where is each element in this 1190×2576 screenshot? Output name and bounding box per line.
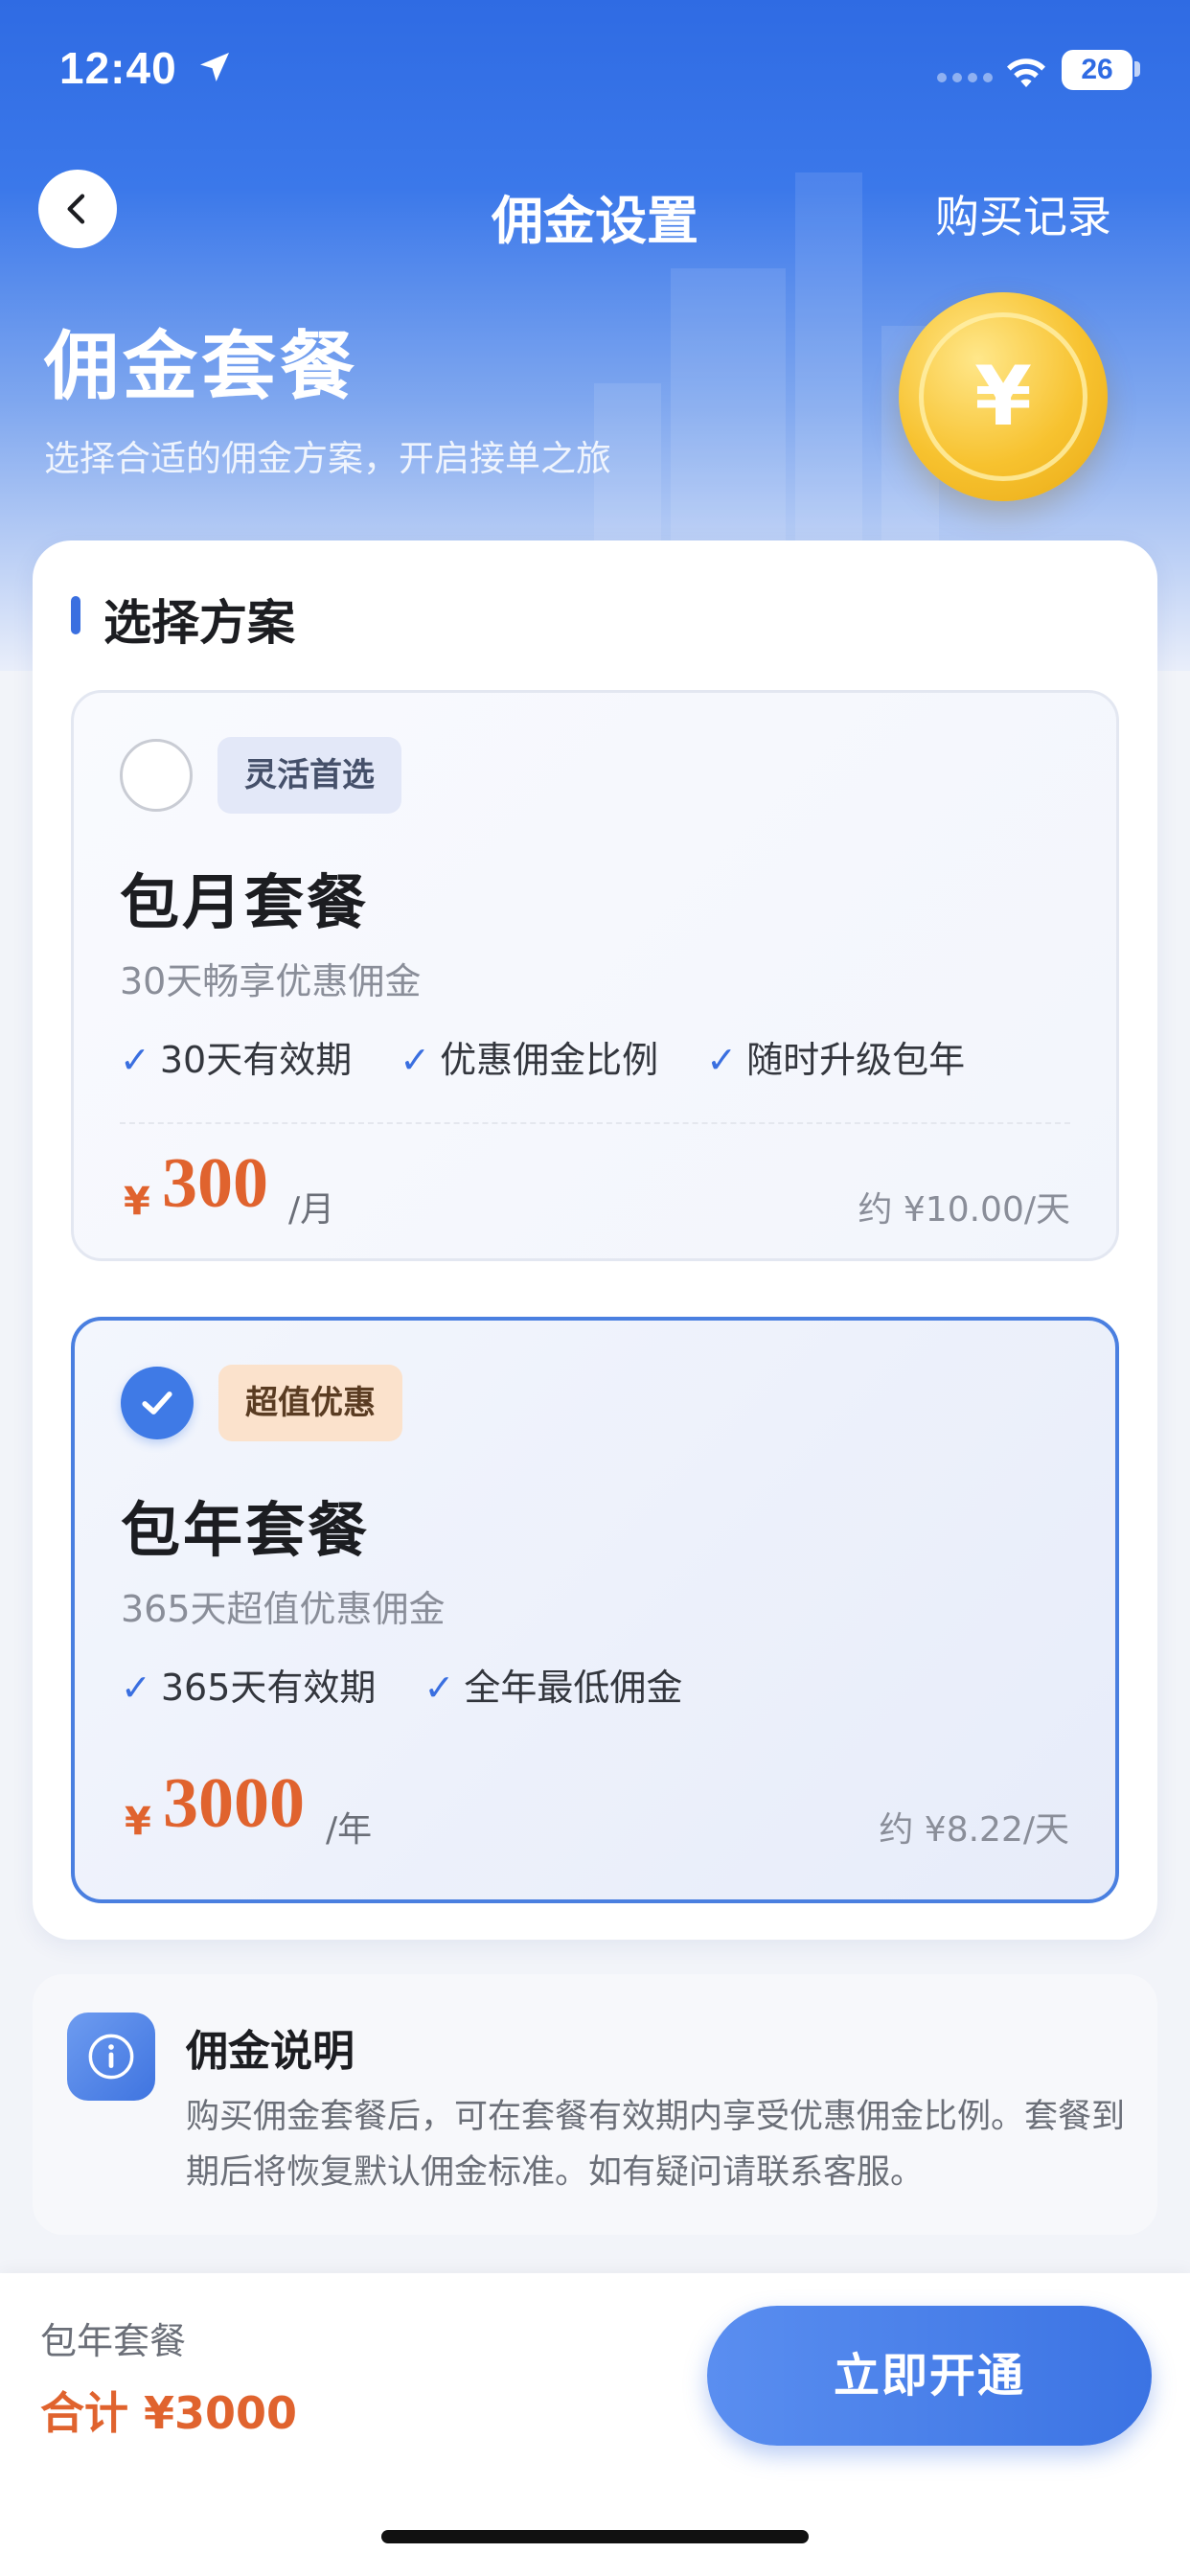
activate-now-button[interactable]: 立即开通 <box>707 2306 1152 2446</box>
feature-item: ✓ 随时升级包年 <box>706 1030 965 1083</box>
info-glyph <box>88 2034 134 2080</box>
price-amount: 3000 <box>163 1764 305 1843</box>
feature-item: ✓ 优惠佣金比例 <box>400 1030 658 1083</box>
radio-unchecked[interactable] <box>120 739 193 812</box>
plan-name: 包年套餐 <box>121 1495 371 1565</box>
cellular-signal-icon <box>937 73 993 86</box>
status-bar: 12:40 26 <box>0 0 1190 144</box>
hero-subtitle: 选择合适的佣金方案，开启接单之旅 <box>44 438 611 479</box>
feature-label: 随时升级包年 <box>746 1039 966 1081</box>
yen-coin-icon: ¥ <box>899 292 1108 501</box>
status-time: 12:40 <box>59 43 177 93</box>
divider <box>120 1122 1070 1124</box>
coin-symbol: ¥ <box>919 312 1087 481</box>
price-amount: 300 <box>162 1144 268 1223</box>
feature-label: 365天有效期 <box>160 1667 377 1709</box>
commission-info-card: 佣金说明 购买佣金套餐后，可在套餐有效期内享受优惠佣金比例。套餐到期后将恢复默认… <box>33 1974 1157 2235</box>
radio-checked[interactable] <box>121 1367 194 1439</box>
price-per-day: 约 ¥10.00/天 <box>858 1190 1070 1230</box>
info-text: 购买佣金套餐后，可在套餐有效期内享受优惠佣金比例。套餐到期后将恢复默认佣金标准。… <box>186 2098 1126 2192</box>
plan-option-monthly[interactable]: 灵活首选 包月套餐 30天畅享优惠佣金 ✓ 30天有效期 ✓ 优惠佣金比例 ✓ 随时升… <box>71 690 1119 1261</box>
price-per-day: 约 ¥8.22/天 <box>879 1810 1069 1850</box>
plan-features: ✓ 30天有效期 ✓ 优惠佣金比例 ✓ 随时升级包年 <box>120 1030 1001 1083</box>
price-currency: ¥ <box>125 1800 151 1844</box>
plan-selection-card: 选择方案 灵活首选 包月套餐 30天畅享优惠佣金 ✓ 30天有效期 ✓ 优惠佣金比例… <box>33 540 1157 1940</box>
plan-description: 30天畅享优惠佣金 <box>120 960 422 1002</box>
feature-item: ✓ 全年最低佣金 <box>423 1658 682 1711</box>
plan-description: 365天超值优惠佣金 <box>121 1588 446 1630</box>
section-title: 选择方案 <box>103 595 295 651</box>
feature-item: ✓ 365天有效期 <box>121 1658 376 1711</box>
check-icon: ✓ <box>706 1039 738 1081</box>
hero-title: 佣金套餐 <box>44 324 359 410</box>
selected-plan-name: 包年套餐 <box>40 2320 187 2362</box>
price-unit: /月 <box>288 1190 335 1230</box>
info-icon <box>67 2012 155 2101</box>
check-icon: ✓ <box>120 1039 150 1081</box>
feature-label: 优惠佣金比例 <box>440 1039 659 1081</box>
battery-nub <box>1134 61 1140 77</box>
feature-label: 全年最低佣金 <box>464 1667 683 1709</box>
check-icon <box>142 1392 172 1414</box>
battery-indicator: 26 <box>1062 50 1133 90</box>
plan-option-yearly[interactable]: 超值优惠 包年套餐 365天超值优惠佣金 ✓ 365天有效期 ✓ 全年最低佣金 ¥ … <box>71 1317 1119 1903</box>
info-title: 佣金说明 <box>186 2027 355 2076</box>
total-price: 合计 ¥3000 <box>40 2387 298 2439</box>
feature-item: ✓ 30天有效期 <box>120 1030 352 1083</box>
wifi-icon <box>1007 58 1045 87</box>
plan-tag: 超值优惠 <box>218 1365 402 1441</box>
plan-name: 包月套餐 <box>120 867 370 937</box>
purchase-history-link[interactable]: 购买记录 <box>935 182 1111 245</box>
location-arrow-icon <box>200 53 229 81</box>
plan-tag: 灵活首选 <box>217 737 401 814</box>
feature-label: 30天有效期 <box>159 1039 353 1081</box>
check-icon: ✓ <box>400 1039 431 1081</box>
plan-features: ✓ 365天有效期 ✓ 全年最低佣金 <box>121 1658 719 1711</box>
check-icon: ✓ <box>423 1667 455 1709</box>
home-indicator <box>381 2530 809 2543</box>
check-icon: ✓ <box>121 1667 151 1709</box>
price-currency: ¥ <box>124 1180 150 1224</box>
price-unit: /年 <box>326 1810 373 1850</box>
section-accent-bar <box>71 596 80 634</box>
